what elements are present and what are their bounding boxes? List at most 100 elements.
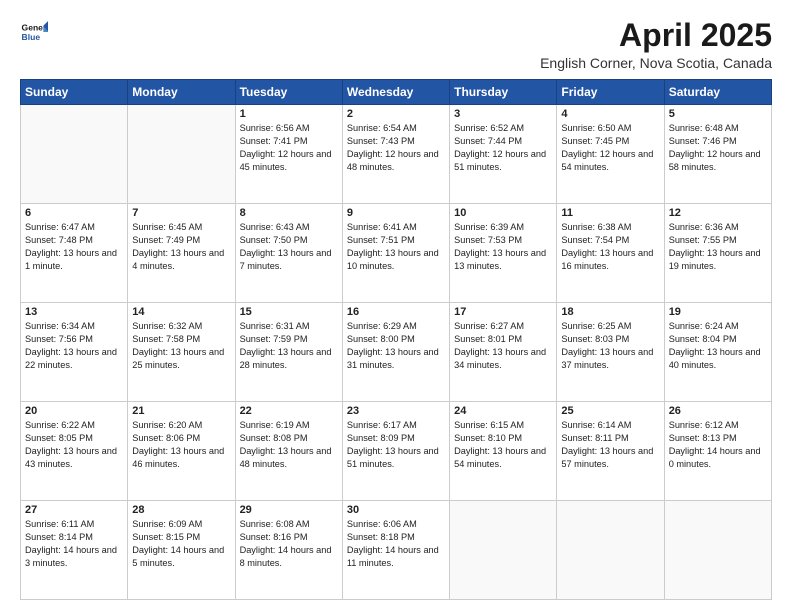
header: General Blue April 2025 English Corner, … (20, 18, 772, 71)
day-info: Sunrise: 6:38 AM Sunset: 7:54 PM Dayligh… (561, 221, 659, 273)
day-info: Sunrise: 6:32 AM Sunset: 7:58 PM Dayligh… (132, 320, 230, 372)
day-number: 29 (240, 504, 338, 516)
day-number: 1 (240, 108, 338, 120)
day-cell: 6 Sunrise: 6:47 AM Sunset: 7:48 PM Daylig… (21, 204, 128, 303)
day-number: 27 (25, 504, 123, 516)
day-number: 10 (454, 207, 552, 219)
day-cell: 25Sunrise: 6:14 AM Sunset: 8:11 PM Dayli… (557, 402, 664, 501)
day-number: 30 (347, 504, 445, 516)
day-number: 12 (669, 207, 767, 219)
day-info: Sunrise: 6:25 AM Sunset: 8:03 PM Dayligh… (561, 320, 659, 372)
day-cell (557, 501, 664, 600)
col-monday: Monday (128, 80, 235, 105)
col-thursday: Thursday (450, 80, 557, 105)
page: General Blue April 2025 English Corner, … (0, 0, 792, 612)
day-number: 17 (454, 306, 552, 318)
day-cell: 19 Sunrise: 6:24 AM Sunset: 8:04 PM Dayli… (664, 303, 771, 402)
day-cell: 5 Sunrise: 6:48 AM Sunset: 7:46 PM Daylig… (664, 105, 771, 204)
day-info: Sunrise: 6:36 AM Sunset: 7:55 PM Dayligh… (669, 221, 767, 273)
col-wednesday: Wednesday (342, 80, 449, 105)
day-info: Sunrise: 6:50 AM Sunset: 7:45 PM Dayligh… (561, 122, 659, 174)
day-number: 4 (561, 108, 659, 120)
day-number: 3 (454, 108, 552, 120)
day-cell: 7 Sunrise: 6:45 AM Sunset: 7:49 PM Daylig… (128, 204, 235, 303)
day-info: Sunrise: 6:52 AM Sunset: 7:44 PM Dayligh… (454, 122, 552, 174)
day-info: Sunrise: 6:29 AM Sunset: 8:00 PM Dayligh… (347, 320, 445, 372)
day-info: Sunrise: 6:34 AM Sunset: 7:56 PM Dayligh… (25, 320, 123, 372)
day-cell: 27 Sunrise: 6:11 AM Sunset: 8:14 PM Dayli… (21, 501, 128, 600)
title-block: April 2025 English Corner, Nova Scotia, … (540, 18, 772, 71)
day-cell: 2 Sunrise: 6:54 AM Sunset: 7:43 PM Daylig… (342, 105, 449, 204)
day-info: Sunrise: 6:19 AM Sunset: 8:08 PM Dayligh… (240, 419, 338, 471)
day-number: 19 (669, 306, 767, 318)
day-cell: 23 Sunrise: 6:17 AM Sunset: 8:09 PM Dayli… (342, 402, 449, 501)
day-cell: 10 Sunrise: 6:39 AM Sunset: 7:53 PM Dayli… (450, 204, 557, 303)
day-number: 8 (240, 207, 338, 219)
day-cell: 29 Sunrise: 6:08 AM Sunset: 8:16 PM Dayli… (235, 501, 342, 600)
day-cell: 26 Sunrise: 6:12 AM Sunset: 8:13 PM Dayli… (664, 402, 771, 501)
day-number: 16 (347, 306, 445, 318)
day-cell: 12 Sunrise: 6:36 AM Sunset: 7:55 PM Dayli… (664, 204, 771, 303)
day-cell: 17 Sunrise: 6:27 AM Sunset: 8:01 PM Dayli… (450, 303, 557, 402)
day-info: Sunrise: 6:43 AM Sunset: 7:50 PM Dayligh… (240, 221, 338, 273)
day-info: Sunrise: 6:27 AM Sunset: 8:01 PM Dayligh… (454, 320, 552, 372)
day-number: 23 (347, 405, 445, 417)
week-row-3: 13Sunrise: 6:34 AM Sunset: 7:56 PM Dayli… (21, 303, 772, 402)
day-cell: 11 Sunrise: 6:38 AM Sunset: 7:54 PM Dayli… (557, 204, 664, 303)
day-number: 5 (669, 108, 767, 120)
day-number: 24 (454, 405, 552, 417)
day-info: Sunrise: 6:39 AM Sunset: 7:53 PM Dayligh… (454, 221, 552, 273)
day-info: Sunrise: 6:17 AM Sunset: 8:09 PM Dayligh… (347, 419, 445, 471)
day-number: 6 (25, 207, 123, 219)
day-info: Sunrise: 6:20 AM Sunset: 8:06 PM Dayligh… (132, 419, 230, 471)
day-info: Sunrise: 6:47 AM Sunset: 7:48 PM Dayligh… (25, 221, 123, 273)
day-cell: 15Sunrise: 6:31 AM Sunset: 7:59 PM Dayli… (235, 303, 342, 402)
day-cell: 30 Sunrise: 6:06 AM Sunset: 8:18 PM Dayli… (342, 501, 449, 600)
day-number: 15 (240, 306, 338, 318)
day-cell: 18 Sunrise: 6:25 AM Sunset: 8:03 PM Dayli… (557, 303, 664, 402)
day-info: Sunrise: 6:22 AM Sunset: 8:05 PM Dayligh… (25, 419, 123, 471)
day-cell (664, 501, 771, 600)
day-cell: 28Sunrise: 6:09 AM Sunset: 8:15 PM Dayli… (128, 501, 235, 600)
main-title: April 2025 (540, 18, 772, 53)
header-row: Sunday Monday Tuesday Wednesday Thursday… (21, 80, 772, 105)
day-number: 25 (561, 405, 659, 417)
day-info: Sunrise: 6:45 AM Sunset: 7:49 PM Dayligh… (132, 221, 230, 273)
day-cell (21, 105, 128, 204)
day-number: 2 (347, 108, 445, 120)
day-cell: 24Sunrise: 6:15 AM Sunset: 8:10 PM Dayli… (450, 402, 557, 501)
day-info: Sunrise: 6:54 AM Sunset: 7:43 PM Dayligh… (347, 122, 445, 174)
day-number: 14 (132, 306, 230, 318)
day-info: Sunrise: 6:41 AM Sunset: 7:51 PM Dayligh… (347, 221, 445, 273)
day-cell: 14 Sunrise: 6:32 AM Sunset: 7:58 PM Dayli… (128, 303, 235, 402)
day-cell (128, 105, 235, 204)
day-cell: 3 Sunrise: 6:52 AM Sunset: 7:44 PM Daylig… (450, 105, 557, 204)
day-cell: 16 Sunrise: 6:29 AM Sunset: 8:00 PM Dayli… (342, 303, 449, 402)
day-number: 20 (25, 405, 123, 417)
day-cell: 21 Sunrise: 6:20 AM Sunset: 8:06 PM Dayli… (128, 402, 235, 501)
day-number: 21 (132, 405, 230, 417)
day-info: Sunrise: 6:08 AM Sunset: 8:16 PM Dayligh… (240, 518, 338, 570)
day-number: 22 (240, 405, 338, 417)
day-number: 28 (132, 504, 230, 516)
day-number: 26 (669, 405, 767, 417)
day-info: Sunrise: 6:24 AM Sunset: 8:04 PM Dayligh… (669, 320, 767, 372)
day-info: Sunrise: 6:11 AM Sunset: 8:14 PM Dayligh… (25, 518, 123, 570)
day-number: 7 (132, 207, 230, 219)
day-cell: 9Sunrise: 6:41 AM Sunset: 7:51 PM Daylig… (342, 204, 449, 303)
day-info: Sunrise: 6:48 AM Sunset: 7:46 PM Dayligh… (669, 122, 767, 174)
day-cell: 13Sunrise: 6:34 AM Sunset: 7:56 PM Dayli… (21, 303, 128, 402)
week-row-4: 20 Sunrise: 6:22 AM Sunset: 8:05 PM Dayli… (21, 402, 772, 501)
day-cell: 4 Sunrise: 6:50 AM Sunset: 7:45 PM Daylig… (557, 105, 664, 204)
col-tuesday: Tuesday (235, 80, 342, 105)
day-number: 11 (561, 207, 659, 219)
day-info: Sunrise: 6:06 AM Sunset: 8:18 PM Dayligh… (347, 518, 445, 570)
logo: General Blue (20, 18, 48, 46)
day-cell: 22 Sunrise: 6:19 AM Sunset: 8:08 PM Dayli… (235, 402, 342, 501)
day-cell (450, 501, 557, 600)
day-info: Sunrise: 6:56 AM Sunset: 7:41 PM Dayligh… (240, 122, 338, 174)
day-number: 18 (561, 306, 659, 318)
week-row-2: 6 Sunrise: 6:47 AM Sunset: 7:48 PM Daylig… (21, 204, 772, 303)
week-row-1: 1 Sunrise: 6:56 AM Sunset: 7:41 PM Daylig… (21, 105, 772, 204)
day-info: Sunrise: 6:12 AM Sunset: 8:13 PM Dayligh… (669, 419, 767, 471)
